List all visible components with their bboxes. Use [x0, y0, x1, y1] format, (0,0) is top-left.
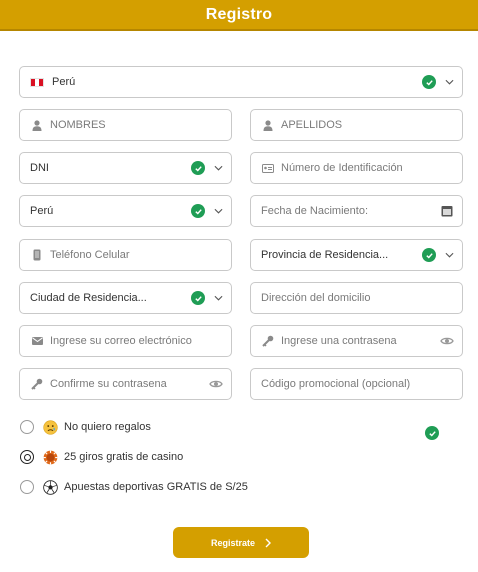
casino-chip-icon — [42, 449, 58, 465]
province-value: Provincia de Residencia... — [261, 249, 389, 261]
document-number-input[interactable]: Número de Identificación — [250, 152, 463, 184]
promo-code-input[interactable]: Código promocional (opcional) — [250, 368, 463, 400]
document-type-value: DNI — [30, 162, 49, 174]
peru-flag-icon — [30, 77, 44, 87]
password-input[interactable]: Ingrese una contrasena — [250, 325, 463, 357]
city-value: Ciudad de Residencia... — [30, 292, 147, 304]
city-select[interactable]: Ciudad de Residencia... — [19, 282, 232, 314]
nombres-input[interactable]: NOMBRES — [19, 109, 232, 141]
email-input[interactable]: Ingrese su correo electrónico — [19, 325, 232, 357]
bonus-option-label: Apuestas deportivas GRATIS de S/25 — [64, 481, 248, 493]
apellidos-placeholder: APELLIDOS — [281, 119, 343, 131]
chevron-down-icon — [444, 77, 454, 87]
user-icon — [30, 119, 44, 131]
valid-check-icon — [191, 204, 205, 218]
phone-icon — [30, 249, 44, 261]
soccer-ball-icon — [42, 479, 58, 495]
header-bar: Registro — [0, 0, 478, 31]
bonus-option-sports-bets[interactable]: Apuestas deportivas GRATIS de S/25 — [20, 478, 248, 496]
radio-button[interactable] — [20, 420, 34, 434]
bonus-option-no-gift[interactable]: No quiero regalos — [20, 418, 151, 436]
eye-icon[interactable] — [440, 336, 454, 346]
chevron-down-icon — [444, 250, 454, 260]
valid-check-icon — [191, 291, 205, 305]
document-number-placeholder: Número de Identificación — [281, 162, 403, 174]
nationality-value: Perú — [30, 205, 54, 217]
register-button[interactable]: Registrate — [173, 527, 309, 558]
address-placeholder: Dirección del domicilio — [261, 292, 371, 304]
birthdate-placeholder: Fecha de Nacimiento: — [261, 205, 368, 217]
bonus-option-label: No quiero regalos — [64, 421, 151, 433]
valid-check-icon — [422, 248, 436, 262]
apellidos-input[interactable]: APELLIDOS — [250, 109, 463, 141]
chevron-down-icon — [213, 293, 223, 303]
chevron-down-icon — [213, 206, 223, 216]
birthdate-input[interactable]: Fecha de Nacimiento: — [250, 195, 463, 227]
country-select[interactable]: Perú — [19, 66, 463, 98]
nombres-placeholder: NOMBRES — [50, 119, 106, 131]
promo-code-placeholder: Código promocional (opcional) — [261, 378, 411, 390]
valid-check-icon — [425, 426, 439, 440]
radio-button-selected[interactable] — [20, 450, 34, 464]
valid-check-icon — [191, 161, 205, 175]
phone-placeholder: Teléfono Celular — [50, 249, 130, 261]
bonus-option-casino-spins[interactable]: 25 giros gratis de casino — [20, 448, 183, 466]
user-icon — [261, 119, 275, 131]
document-type-select[interactable]: DNI — [19, 152, 232, 184]
confirm-password-input[interactable]: Confirme su contrasena — [19, 368, 232, 400]
chevron-down-icon — [213, 163, 223, 173]
country-select-value: Perú — [52, 76, 76, 88]
register-button-label: Registrate — [210, 537, 255, 548]
email-placeholder: Ingrese su correo electrónico — [50, 335, 192, 347]
key-icon — [261, 335, 275, 347]
page-title: Registro — [205, 5, 273, 23]
phone-input[interactable]: Teléfono Celular — [19, 239, 232, 271]
eye-icon[interactable] — [209, 379, 223, 389]
sad-face-icon — [42, 419, 58, 435]
radio-button[interactable] — [20, 480, 34, 494]
id-card-icon — [261, 163, 275, 173]
address-input[interactable]: Dirección del domicilio — [250, 282, 463, 314]
key-icon — [30, 378, 44, 390]
calendar-icon[interactable] — [440, 205, 454, 217]
chevron-right-icon — [265, 538, 271, 548]
valid-check-icon — [422, 75, 436, 89]
nationality-select[interactable]: Perú — [19, 195, 232, 227]
password-placeholder: Ingrese una contrasena — [281, 335, 397, 347]
bonus-option-label: 25 giros gratis de casino — [64, 451, 184, 463]
confirm-password-placeholder: Confirme su contrasena — [50, 378, 167, 390]
envelope-icon — [30, 337, 44, 345]
province-select[interactable]: Provincia de Residencia... — [250, 239, 463, 271]
